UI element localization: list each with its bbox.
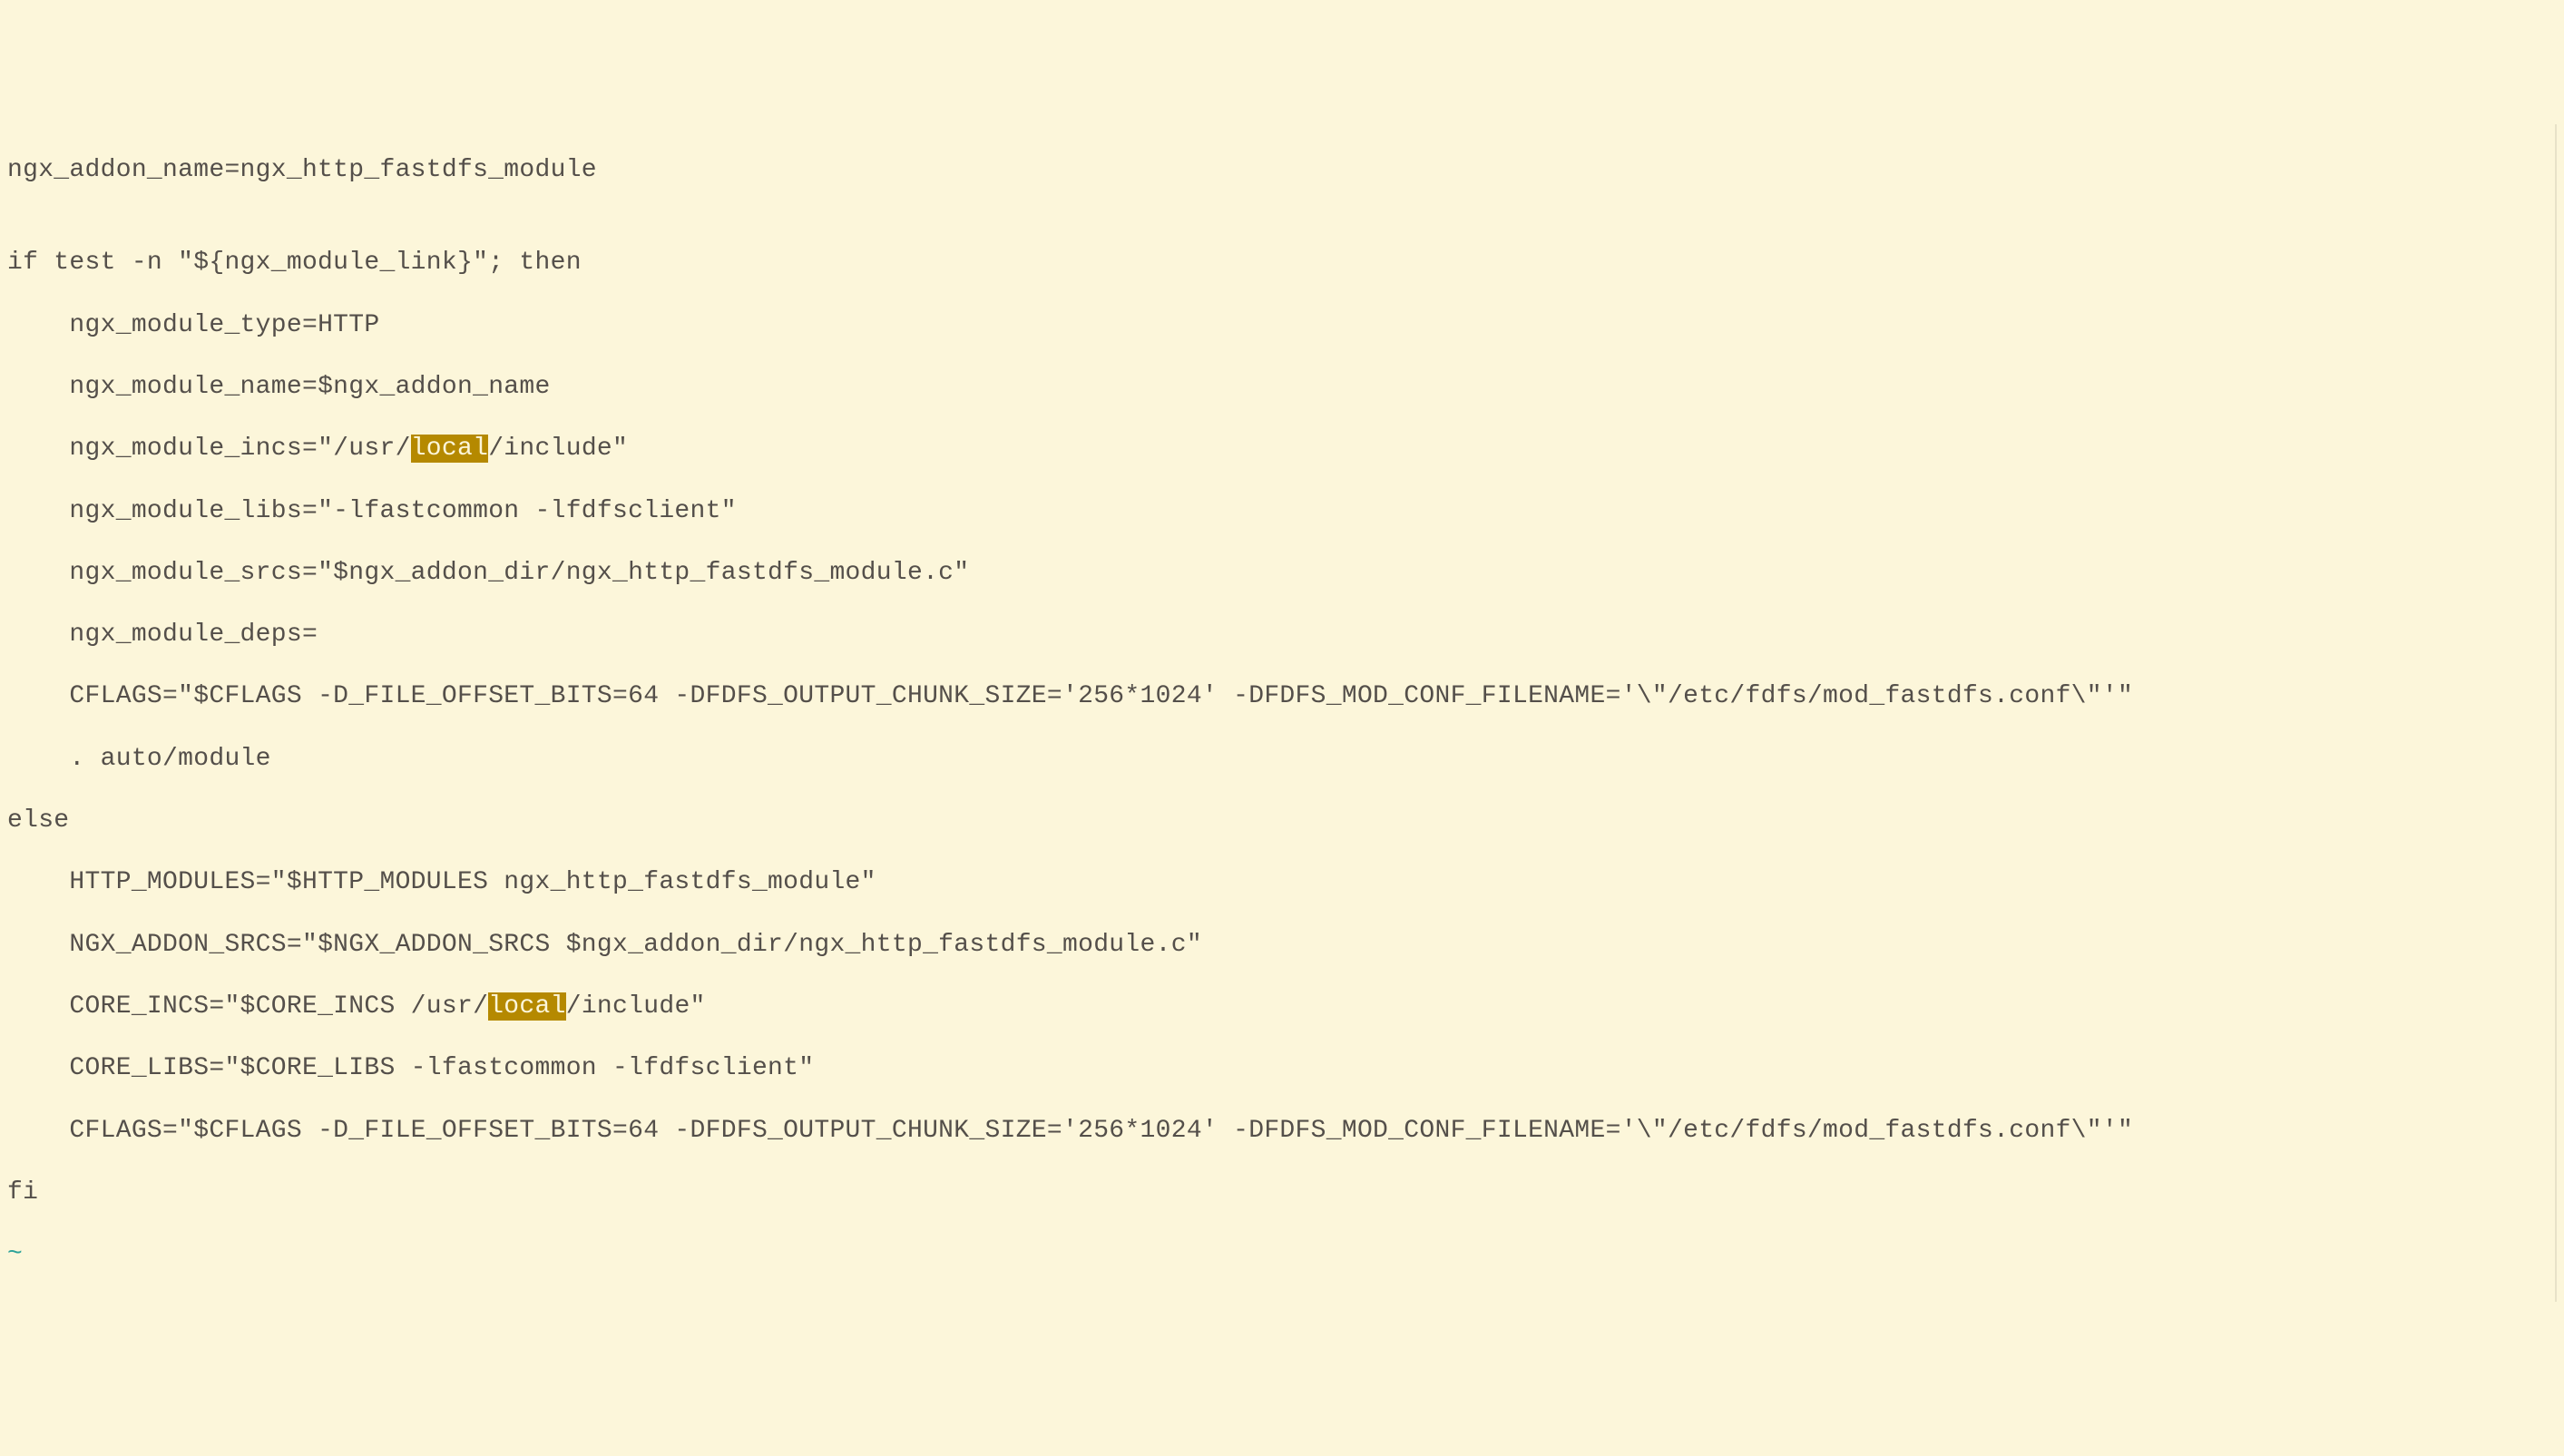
- code-line[interactable]: ngx_module_deps=: [7, 620, 2555, 650]
- code-line[interactable]: ngx_module_srcs="$ngx_addon_dir/ngx_http…: [7, 558, 2555, 589]
- code-line[interactable]: CFLAGS="$CFLAGS -D_FILE_OFFSET_BITS=64 -…: [7, 1116, 2555, 1147]
- search-highlight: local: [411, 435, 489, 463]
- code-line[interactable]: ngx_module_name=$ngx_addon_name: [7, 372, 2555, 403]
- code-line[interactable]: ngx_addon_name=ngx_http_fastdfs_module: [7, 155, 2555, 186]
- code-line[interactable]: fi: [7, 1178, 2555, 1208]
- code-line[interactable]: ngx_module_libs="-lfastcommon -lfdfsclie…: [7, 496, 2555, 527]
- search-highlight: local: [488, 992, 566, 1021]
- code-line[interactable]: NGX_ADDON_SRCS="$NGX_ADDON_SRCS $ngx_add…: [7, 930, 2555, 961]
- vim-empty-line-tilde: ~: [7, 1239, 2555, 1270]
- code-line[interactable]: if test -n "${ngx_module_link}"; then: [7, 248, 2555, 278]
- code-line[interactable]: CORE_LIBS="$CORE_LIBS -lfastcommon -lfdf…: [7, 1053, 2555, 1084]
- code-text: /include": [566, 992, 706, 1021]
- code-line[interactable]: ngx_module_type=HTTP: [7, 310, 2555, 341]
- code-text: ngx_module_incs="/usr/: [7, 435, 411, 463]
- code-text: /include": [488, 435, 628, 463]
- code-line[interactable]: CFLAGS="$CFLAGS -D_FILE_OFFSET_BITS=64 -…: [7, 681, 2555, 712]
- code-line[interactable]: ngx_module_incs="/usr/local/include": [7, 434, 2555, 464]
- code-line[interactable]: CORE_INCS="$CORE_INCS /usr/local/include…: [7, 992, 2555, 1022]
- code-line[interactable]: HTTP_MODULES="$HTTP_MODULES ngx_http_fas…: [7, 867, 2555, 898]
- editor-viewport[interactable]: ngx_addon_name=ngx_http_fastdfs_module i…: [7, 124, 2557, 1302]
- code-line[interactable]: . auto/module: [7, 744, 2555, 775]
- code-text: CORE_INCS="$CORE_INCS /usr/: [7, 992, 488, 1021]
- code-line[interactable]: else: [7, 806, 2555, 836]
